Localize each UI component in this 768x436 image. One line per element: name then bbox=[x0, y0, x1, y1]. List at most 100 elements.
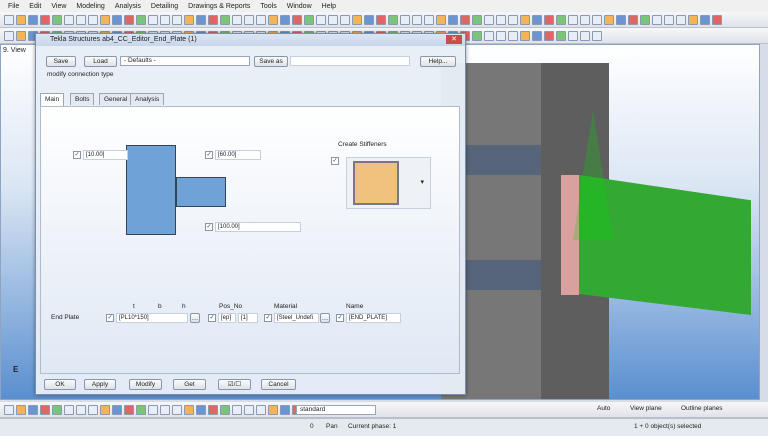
modify-button[interactable]: Modify bbox=[129, 379, 162, 390]
preset-select[interactable]: - Defaults - bbox=[120, 56, 250, 66]
menu-view[interactable]: View bbox=[51, 3, 66, 10]
toolbar-button-icon[interactable] bbox=[628, 14, 638, 25]
menu-analysis[interactable]: Analysis bbox=[115, 3, 141, 10]
toolbar-button-icon[interactable] bbox=[304, 14, 314, 25]
toolbar-button-icon[interactable] bbox=[220, 14, 230, 25]
toolbar-button-icon[interactable] bbox=[544, 14, 554, 25]
toolbar-button-icon[interactable] bbox=[316, 14, 326, 25]
save-button[interactable]: Save bbox=[46, 56, 76, 67]
toolbar-button-icon[interactable] bbox=[88, 14, 98, 25]
toolbar-button-icon[interactable] bbox=[268, 14, 278, 25]
toolbar-button-icon[interactable] bbox=[136, 404, 146, 415]
toolbar-button-icon[interactable] bbox=[412, 14, 422, 25]
menu-help[interactable]: Help bbox=[322, 3, 336, 10]
toolbar-button-icon[interactable] bbox=[460, 14, 470, 25]
toolbar-button-icon[interactable] bbox=[232, 404, 242, 415]
toolbar-button-icon[interactable] bbox=[160, 14, 170, 25]
bottom-checkbox[interactable]: ✓ bbox=[205, 223, 213, 231]
tab-analysis[interactable]: Analysis bbox=[130, 93, 165, 105]
toolbar-button-icon[interactable] bbox=[16, 30, 26, 41]
toolbar-button-icon[interactable] bbox=[196, 404, 206, 415]
apply-button[interactable]: Apply bbox=[84, 379, 116, 390]
menu-window[interactable]: Window bbox=[287, 3, 312, 10]
toolbar-button-icon[interactable] bbox=[232, 14, 242, 25]
bottom-dim[interactable]: [100.00] bbox=[215, 222, 301, 232]
toolbar-button-icon[interactable] bbox=[508, 30, 518, 41]
toolbar-button-icon[interactable] bbox=[292, 14, 302, 25]
toolbar-button-icon[interactable] bbox=[484, 30, 494, 41]
toolbar-button-icon[interactable] bbox=[256, 404, 266, 415]
profile-browse-button[interactable]: … bbox=[190, 313, 200, 323]
toolbar-button-icon[interactable] bbox=[496, 30, 506, 41]
menu-tools[interactable]: Tools bbox=[260, 3, 276, 10]
toolbar-button-icon[interactable] bbox=[256, 14, 266, 25]
load-button[interactable]: Load bbox=[84, 56, 117, 67]
toolbar-button-icon[interactable] bbox=[64, 14, 74, 25]
close-button[interactable]: ✕ bbox=[446, 35, 462, 44]
profile-checkbox[interactable]: ✓ bbox=[106, 314, 114, 322]
toggle-all-button[interactable]: ☑/☐ bbox=[218, 379, 251, 390]
toolbar-button-icon[interactable] bbox=[52, 14, 62, 25]
save-as-button[interactable]: Save as bbox=[254, 56, 288, 67]
toolbar-button-icon[interactable] bbox=[184, 14, 194, 25]
toolbar-button-icon[interactable] bbox=[592, 14, 602, 25]
toolbar-button-icon[interactable] bbox=[472, 30, 482, 41]
toolbar-button-icon[interactable] bbox=[4, 14, 14, 25]
material-checkbox[interactable]: ✓ bbox=[264, 314, 272, 322]
tab-main[interactable]: Main bbox=[40, 93, 65, 106]
toolbar-button-icon[interactable] bbox=[544, 30, 554, 41]
toolbar-button-icon[interactable] bbox=[556, 30, 566, 41]
toolbar-button-icon[interactable] bbox=[712, 14, 722, 25]
toolbar-button-icon[interactable] bbox=[592, 30, 602, 41]
toolbar-button-icon[interactable] bbox=[520, 30, 530, 41]
toolbar-button-icon[interactable] bbox=[208, 14, 218, 25]
profile-field[interactable]: [PL10*150] bbox=[116, 313, 188, 323]
pos-start-field[interactable]: [1] bbox=[238, 313, 258, 323]
top-left-dim[interactable]: [10.00] bbox=[83, 150, 128, 160]
menu-edit[interactable]: Edit bbox=[29, 3, 41, 10]
toolbar-button-icon[interactable] bbox=[640, 14, 650, 25]
material-browse-button[interactable]: … bbox=[320, 313, 330, 323]
toolbar-button-icon[interactable] bbox=[688, 14, 698, 25]
toolbar-button-icon[interactable] bbox=[568, 30, 578, 41]
toolbar-button-icon[interactable] bbox=[244, 404, 254, 415]
material-field[interactable]: [Steel_Undefi bbox=[274, 313, 319, 323]
toolbar-button-icon[interactable] bbox=[148, 404, 158, 415]
toolbar-button-icon[interactable] bbox=[580, 30, 590, 41]
toolbar-button-icon[interactable] bbox=[124, 404, 134, 415]
save-as-input[interactable] bbox=[290, 56, 410, 66]
stiffeners-checkbox[interactable]: ✓ bbox=[331, 157, 339, 165]
toolbar-button-icon[interactable] bbox=[172, 404, 182, 415]
toolbar-button-icon[interactable] bbox=[148, 14, 158, 25]
toolbar-button-icon[interactable] bbox=[436, 14, 446, 25]
pos-prefix-field[interactable]: [ep] bbox=[218, 313, 236, 323]
menu-drawings-reports[interactable]: Drawings & Reports bbox=[188, 3, 250, 10]
toolbar-button-icon[interactable] bbox=[76, 404, 86, 415]
menu-file[interactable]: File bbox=[8, 3, 19, 10]
auto-select[interactable]: Auto bbox=[594, 405, 624, 415]
toolbar-button-icon[interactable] bbox=[160, 404, 170, 415]
get-button[interactable]: Get bbox=[173, 379, 206, 390]
toolbar-button-icon[interactable] bbox=[676, 14, 686, 25]
ok-button[interactable]: OK bbox=[44, 379, 76, 390]
connection-type-select[interactable]: modify connection type bbox=[44, 71, 136, 81]
tab-general[interactable]: General bbox=[99, 93, 133, 105]
toolbar-button-icon[interactable] bbox=[268, 404, 278, 415]
toolbar-button-icon[interactable] bbox=[112, 14, 122, 25]
toolbar-button-icon[interactable] bbox=[376, 14, 386, 25]
top-right-checkbox[interactable]: ✓ bbox=[205, 151, 213, 159]
toolbar-button-icon[interactable] bbox=[664, 14, 674, 25]
toolbar-button-icon[interactable] bbox=[196, 14, 206, 25]
toolbar-button-icon[interactable] bbox=[100, 14, 110, 25]
help-button[interactable]: Help... bbox=[420, 56, 456, 67]
toolbar-button-icon[interactable] bbox=[16, 14, 26, 25]
toolbar-button-icon[interactable] bbox=[328, 14, 338, 25]
toolbar-button-icon[interactable] bbox=[508, 14, 518, 25]
name-checkbox[interactable]: ✓ bbox=[336, 314, 344, 322]
toolbar-button-icon[interactable] bbox=[124, 14, 134, 25]
toolbar-button-icon[interactable] bbox=[100, 404, 110, 415]
toolbar-button-icon[interactable] bbox=[52, 404, 62, 415]
toolbar-button-icon[interactable] bbox=[496, 14, 506, 25]
toolbar-button-icon[interactable] bbox=[184, 404, 194, 415]
toolbar-button-icon[interactable] bbox=[172, 14, 182, 25]
